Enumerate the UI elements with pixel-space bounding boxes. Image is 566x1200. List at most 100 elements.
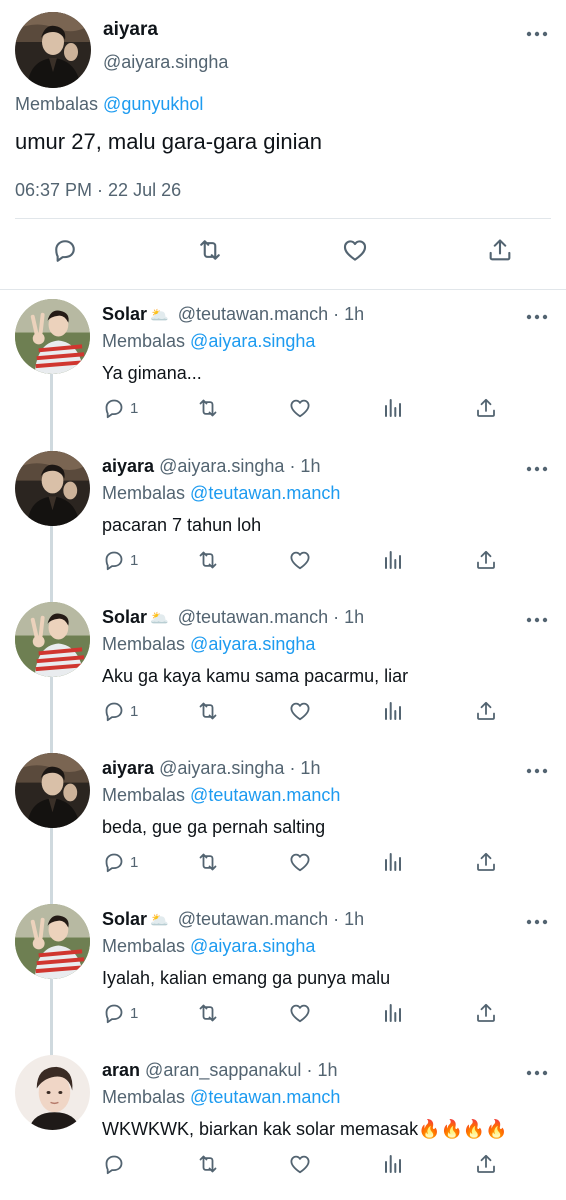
views-icon[interactable] [381, 699, 405, 723]
reply-tweet[interactable]: aiyara @aiyara.singha · 1h Membalas @teu… [0, 746, 566, 896]
user-handle[interactable]: @aiyara.singha [103, 52, 228, 73]
views-icon[interactable] [381, 850, 405, 874]
reply-tweet[interactable]: Solar 🌥️ @teutawan.manch · 1h Membalas @a… [0, 595, 566, 745]
reply-icon[interactable] [51, 236, 79, 264]
views-icon[interactable] [381, 396, 405, 420]
avatar[interactable] [15, 451, 90, 526]
reply-header: aiyara @aiyara.singha · 1h [102, 758, 320, 779]
action-bar [0, 1152, 566, 1178]
reply-button[interactable]: 1 [102, 850, 138, 874]
mention-link[interactable]: @aiyara.singha [190, 331, 315, 351]
user-handle[interactable]: @teutawan.manch [178, 304, 328, 324]
retweet-icon[interactable] [196, 850, 220, 874]
retweet-icon[interactable] [196, 236, 224, 264]
avatar[interactable] [15, 299, 90, 374]
reply-button[interactable]: 1 [102, 396, 138, 420]
reply-header: Solar 🌥️ @teutawan.manch · 1h [102, 607, 364, 628]
reply-button[interactable]: 1 [102, 699, 138, 723]
more-options-icon[interactable] [526, 465, 548, 473]
more-options-icon[interactable] [526, 1069, 548, 1077]
reply-tweet[interactable]: aran @aran_sappanakul · 1h Membalas @teu… [0, 1048, 566, 1198]
replying-to-label: Membalas [15, 94, 99, 114]
avatar[interactable] [15, 904, 90, 979]
more-options-icon[interactable] [526, 616, 548, 624]
like-icon[interactable] [288, 1001, 312, 1025]
like-icon[interactable] [288, 548, 312, 572]
like-icon[interactable] [288, 1152, 312, 1176]
display-name[interactable]: aiyara [102, 758, 154, 778]
like-icon[interactable] [288, 699, 312, 723]
reply-tweet[interactable]: aiyara @aiyara.singha · 1h Membalas @teu… [0, 444, 566, 594]
mention-link[interactable]: @aiyara.singha [190, 936, 315, 956]
views-icon[interactable] [381, 1152, 405, 1176]
more-options-icon[interactable] [526, 767, 548, 775]
user-handle[interactable]: @teutawan.manch [178, 607, 328, 627]
main-tweet: aiyara @aiyara.singha Membalas @gunyukho… [0, 0, 566, 290]
avatar[interactable] [15, 602, 90, 677]
share-icon[interactable] [474, 396, 498, 420]
avatar[interactable] [15, 1055, 90, 1130]
share-icon[interactable] [474, 1001, 498, 1025]
retweet-icon[interactable] [196, 1152, 220, 1176]
replying-to: Membalas @teutawan.manch [102, 785, 340, 806]
more-options-icon[interactable] [526, 313, 548, 321]
action-bar: 1 [0, 1001, 566, 1027]
retweet-icon[interactable] [196, 1001, 220, 1025]
display-name[interactable]: Solar [102, 909, 147, 929]
mention-link[interactable]: @aiyara.singha [190, 634, 315, 654]
action-bar: 1 [0, 548, 566, 574]
relative-time: · 1h [289, 456, 321, 476]
divider [15, 218, 551, 219]
reply-button[interactable]: 1 [102, 1001, 138, 1025]
avatar[interactable] [15, 753, 90, 828]
like-icon[interactable] [288, 396, 312, 420]
views-icon[interactable] [381, 548, 405, 572]
display-name[interactable]: aiyara [103, 19, 158, 41]
replying-to: Membalas @aiyara.singha [102, 634, 315, 655]
tweet-timestamp[interactable]: 06:37 PM · 22 Jul 26 [15, 180, 181, 201]
user-handle[interactable]: @aiyara.singha [159, 456, 284, 476]
more-options-icon[interactable] [526, 918, 548, 926]
reply-icon [102, 396, 126, 420]
more-options-icon[interactable] [526, 30, 548, 38]
tweet-text: WKWKWK, biarkan kak solar memasak🔥🔥🔥🔥 [102, 1119, 508, 1139]
share-icon[interactable] [474, 1152, 498, 1176]
reply-tweet[interactable]: Solar 🌥️ @teutawan.manch · 1h Membalas @a… [0, 292, 566, 442]
share-icon[interactable] [474, 548, 498, 572]
avatar[interactable] [15, 12, 91, 88]
user-handle[interactable]: @aran_sappanakul [145, 1060, 301, 1080]
reply-header: aiyara @aiyara.singha · 1h [102, 456, 320, 477]
relative-time: · 1h [306, 1060, 338, 1080]
like-icon[interactable] [288, 850, 312, 874]
display-name[interactable]: Solar [102, 607, 147, 627]
mention-link[interactable]: @teutawan.manch [190, 483, 340, 503]
replying-to-label: Membalas [102, 1087, 186, 1107]
display-name[interactable]: aiyara [102, 456, 154, 476]
relative-time: · 1h [333, 607, 365, 627]
mention-link[interactable]: @teutawan.manch [190, 785, 340, 805]
replying-to: Membalas @aiyara.singha [102, 331, 315, 352]
retweet-icon[interactable] [196, 548, 220, 572]
display-name[interactable]: aran [102, 1060, 140, 1080]
reply-button[interactable]: 1 [102, 548, 138, 572]
user-handle[interactable]: @aiyara.singha [159, 758, 284, 778]
share-icon[interactable] [486, 236, 514, 264]
reply-tweet[interactable]: Solar 🌥️ @teutawan.manch · 1h Membalas @a… [0, 897, 566, 1047]
display-name[interactable]: Solar [102, 304, 147, 324]
like-icon[interactable] [341, 236, 369, 264]
reply-count: 1 [130, 853, 139, 871]
replying-to-label: Membalas [102, 483, 186, 503]
mention-link[interactable]: @teutawan.manch [190, 1087, 340, 1107]
share-icon[interactable] [474, 699, 498, 723]
mention-link[interactable]: @gunyukhol [103, 94, 203, 114]
views-icon[interactable] [381, 1001, 405, 1025]
retweet-icon[interactable] [196, 699, 220, 723]
retweet-icon[interactable] [196, 396, 220, 420]
replying-to: Membalas @gunyukhol [15, 94, 203, 115]
reply-icon [102, 850, 126, 874]
user-handle[interactable]: @teutawan.manch [178, 909, 328, 929]
share-icon[interactable] [474, 850, 498, 874]
reply-icon [102, 699, 126, 723]
reply-button[interactable] [102, 1152, 130, 1176]
replying-to: Membalas @teutawan.manch [102, 483, 340, 504]
